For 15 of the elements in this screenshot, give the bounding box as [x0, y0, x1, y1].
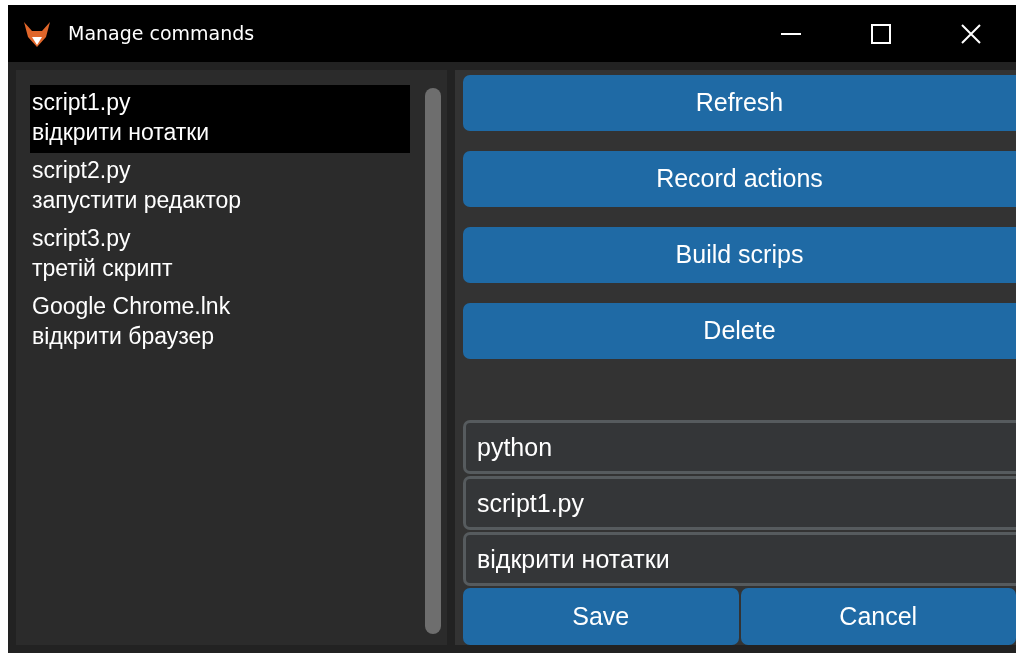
- dialog-button[interactable]: Save: [463, 588, 739, 645]
- action-button[interactable]: Build scrips: [463, 227, 1016, 283]
- action-button[interactable]: Refresh: [463, 75, 1016, 131]
- action-button[interactable]: Delete: [463, 303, 1016, 359]
- scrollbar[interactable]: [425, 88, 441, 634]
- input-field[interactable]: python: [463, 420, 1016, 474]
- action-button[interactable]: Record actions: [463, 151, 1016, 207]
- command-item[interactable]: script2.py запустити редактор: [30, 153, 410, 221]
- command-item[interactable]: script3.py третій скрипт: [30, 221, 410, 289]
- command-item[interactable]: Google Chrome.lnk відкрити браузер: [30, 289, 410, 357]
- command-item[interactable]: script1.py відкрити нотатки: [30, 85, 410, 153]
- input-field[interactable]: script1.py: [463, 476, 1016, 530]
- input-field[interactable]: відкрити нотатки: [463, 532, 1016, 586]
- dialog-button[interactable]: Cancel: [740, 588, 1016, 645]
- window-title: Manage commands: [68, 21, 256, 47]
